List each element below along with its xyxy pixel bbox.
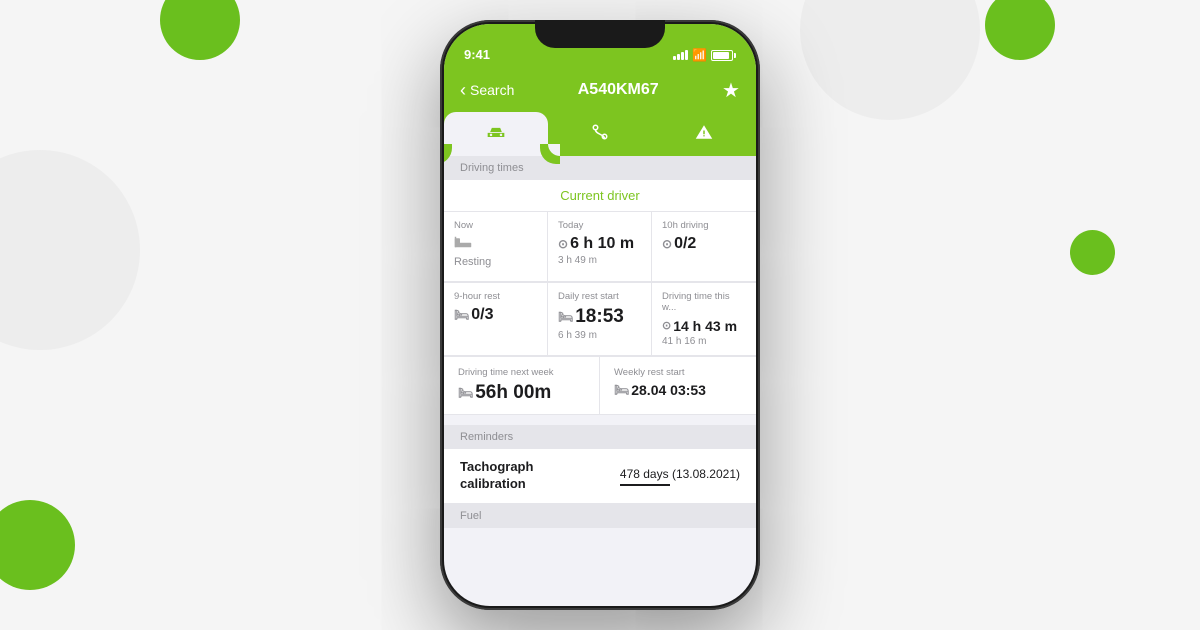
card-9h-rest: 9-hour rest 🛏 0/3 <box>444 283 548 356</box>
cards-row-3: Driving time next week 🛏 56h 00m Weekly … <box>444 356 756 415</box>
card-daily-rest-value: 🛏 18:53 <box>558 306 641 328</box>
route-icon <box>591 123 609 146</box>
phone-notch <box>535 20 665 48</box>
card-weekly-rest-value: 🛏 28.04 03:53 <box>614 382 742 398</box>
card-next-week-value: 🛏 56h 00m <box>458 382 585 404</box>
card-10h-value: ⊙ 0/2 <box>662 235 746 253</box>
card-now: Now Resting <box>444 212 548 282</box>
phone-frame: 9:41 📶 ‹ Search A540 <box>440 20 760 610</box>
reminder-tachograph-label: Tachograph calibration <box>460 459 600 493</box>
tab-car[interactable] <box>444 112 548 156</box>
bed-icon-next-week: 🛏 <box>458 386 473 400</box>
bed-icon-weekly: 🛏 <box>614 383 629 397</box>
card-9h-label: 9-hour rest <box>454 291 537 302</box>
bookmark-icon[interactable]: ★ <box>722 78 740 103</box>
card-9h-value: 🛏 0/3 <box>454 306 537 324</box>
reminders-header: Reminders <box>444 425 756 449</box>
phone-mockup: 9:41 📶 ‹ Search A540 <box>440 20 760 610</box>
bed-icon-now <box>454 235 537 254</box>
cards-row-2: 9-hour rest 🛏 0/3 Daily rest start 🛏 18:… <box>444 282 756 356</box>
decorative-circle-light-left <box>0 150 140 350</box>
decorative-circle-top-right <box>985 0 1055 60</box>
page-title: A540KM67 <box>578 81 659 99</box>
wifi-icon: 📶 <box>692 48 707 62</box>
car-icon <box>486 124 506 145</box>
card-10h-driving: 10h driving ⊙ 0/2 <box>652 212 756 282</box>
warning-icon <box>695 123 713 146</box>
card-now-label: Now <box>454 220 537 231</box>
signal-icon <box>673 50 688 60</box>
clock-icon-today: ⊙ <box>558 237 568 251</box>
card-10h-label: 10h driving <box>662 220 746 231</box>
status-icons: 📶 <box>673 48 736 62</box>
card-today: Today ⊙ 6 h 10 m 3 h 49 m <box>548 212 652 282</box>
card-daily-rest-label: Daily rest start <box>558 291 641 302</box>
back-label: Search <box>470 82 514 98</box>
card-driving-week: Driving time this w... ⊙ 14 h 43 m 41 h … <box>652 283 756 356</box>
cards-row-1: Now Resting Today <box>444 211 756 282</box>
decorative-circle-top-left <box>160 0 240 60</box>
back-button[interactable]: ‹ Search <box>460 81 514 99</box>
reminders-section: Reminders Tachograph calibration 478 day… <box>444 425 756 504</box>
clock-icon-10h: ⊙ <box>662 237 672 251</box>
decorative-circle-mid-right <box>1070 230 1115 275</box>
bed-icon-daily: 🛏 <box>558 310 573 324</box>
card-weekly-rest-label: Weekly rest start <box>614 367 742 378</box>
bed-icon-9h: 🛏 <box>454 308 469 322</box>
card-today-label: Today <box>558 220 641 231</box>
battery-icon <box>711 50 736 61</box>
card-next-week-label: Driving time next week <box>458 367 585 378</box>
nav-bar: ‹ Search A540KM67 ★ <box>444 68 756 112</box>
content-area: Driving times Current driver Now <box>444 156 756 528</box>
reminder-tachograph-value: 478 days (13.08.2021) <box>620 467 740 486</box>
card-next-week: Driving time next week 🛏 56h 00m <box>444 357 600 415</box>
card-now-state: Resting <box>454 256 537 268</box>
current-driver-label: Current driver <box>444 180 756 211</box>
reminder-progress-bar <box>620 484 670 486</box>
card-driving-week-label: Driving time this w... <box>662 291 746 314</box>
tab-route[interactable] <box>548 112 652 156</box>
phone-screen: 9:41 📶 ‹ Search A540 <box>444 24 756 606</box>
status-time: 9:41 <box>464 47 490 62</box>
card-driving-week-sub: 41 h 16 m <box>662 336 746 347</box>
tab-bar <box>444 112 756 156</box>
driving-times-header: Driving times <box>444 156 756 180</box>
decorative-circle-light-top-right <box>800 0 980 120</box>
chevron-left-icon: ‹ <box>460 81 466 99</box>
card-today-sub: 3 h 49 m <box>558 255 641 266</box>
tab-warning[interactable] <box>652 112 756 156</box>
card-daily-rest: Daily rest start 🛏 18:53 6 h 39 m <box>548 283 652 356</box>
clock-icon-week: ⊙ <box>662 319 671 332</box>
fuel-header: Fuel <box>444 504 756 528</box>
reminder-tachograph: Tachograph calibration 478 days (13.08.2… <box>444 449 756 504</box>
card-today-value: ⊙ 6 h 10 m <box>558 235 641 253</box>
decorative-circle-bottom-left <box>0 500 75 590</box>
card-driving-week-value: ⊙ 14 h 43 m <box>662 318 746 334</box>
card-daily-rest-sub: 6 h 39 m <box>558 330 641 341</box>
card-weekly-rest: Weekly rest start 🛏 28.04 03:53 <box>600 357 756 415</box>
